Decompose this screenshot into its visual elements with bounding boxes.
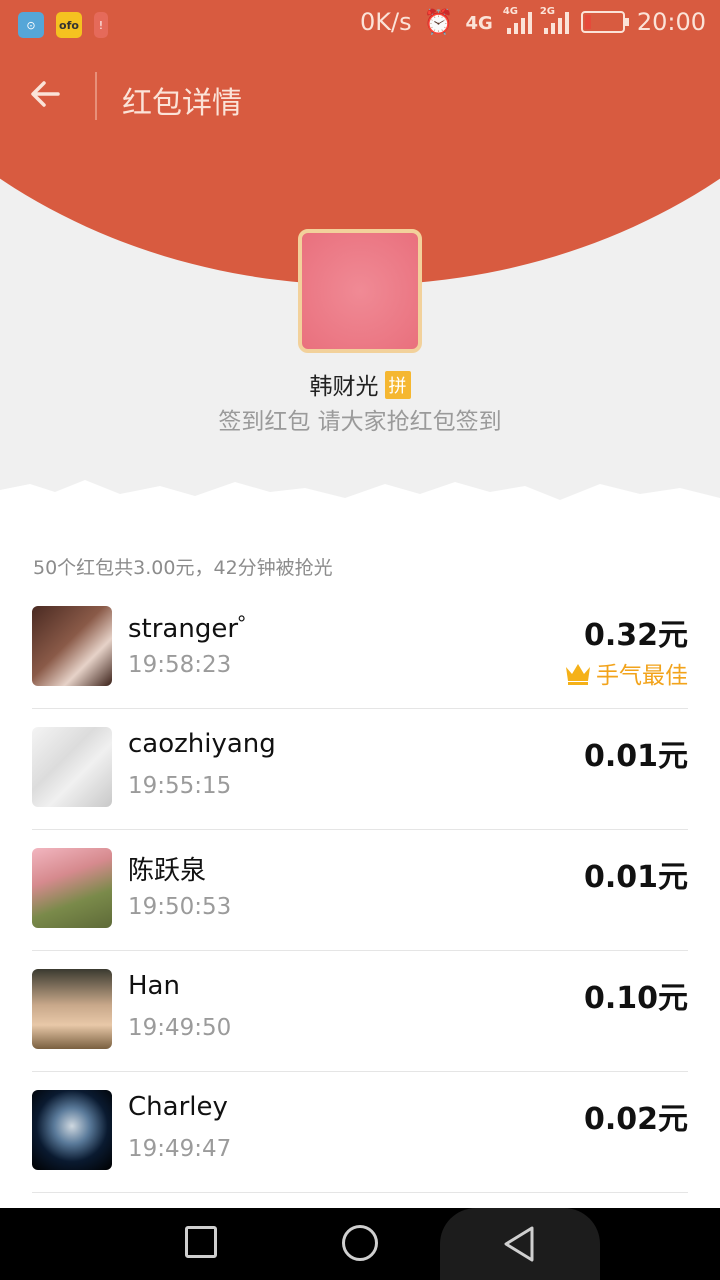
- location-app-icon: ⊙: [18, 12, 44, 38]
- net-speed: 0K/s: [360, 8, 412, 36]
- battery-saver-icon: !: [94, 12, 108, 38]
- grab-time: 19:55:15: [128, 773, 232, 799]
- best-luck-badge: 手气最佳: [564, 656, 688, 690]
- grab-time: 19:50:53: [128, 894, 232, 920]
- arrow-left-icon: [31, 81, 60, 107]
- grab-time: 19:49:47: [128, 1136, 232, 1162]
- system-nav-bar: [0, 1208, 720, 1280]
- sim1-bars-icon: 4G: [503, 6, 532, 34]
- sender-info: 韩财光拼: [0, 367, 720, 401]
- amount: 0.32元: [583, 618, 688, 653]
- clock: 20:00: [636, 8, 706, 36]
- back-button[interactable]: [28, 76, 72, 116]
- avatar[interactable]: [32, 848, 112, 928]
- crown-icon: [566, 664, 590, 685]
- grab-time: 19:58:23: [128, 652, 232, 678]
- grab-time: 19:49:50: [128, 1015, 232, 1041]
- home-button[interactable]: [342, 1225, 378, 1261]
- greeting-text: 签到红包 请大家抢红包签到: [218, 409, 502, 435]
- triangle-back-icon: [504, 1226, 534, 1262]
- list-item[interactable]: stranger゜ 19:58:23 0.32元 手气最佳: [32, 588, 688, 709]
- user-name: 陈跃泉: [128, 856, 207, 886]
- sim1-sub-label: 4G: [502, 6, 518, 17]
- grab-record-list: stranger゜ 19:58:23 0.32元 手气最佳 caozhiyang…: [32, 588, 688, 1193]
- amount: 0.10元: [583, 981, 688, 1016]
- sim1-type: 4G: [465, 13, 493, 34]
- page-title: 红包详情: [122, 86, 242, 121]
- user-name: Charley: [128, 1092, 228, 1122]
- nav-back-button[interactable]: [440, 1208, 600, 1280]
- sim2-signal-icon: 2G: [540, 6, 569, 34]
- amount: 0.01元: [583, 739, 688, 774]
- list-item[interactable]: Han 19:49:50 0.10元: [32, 951, 688, 1072]
- sender-avatar[interactable]: [298, 229, 422, 353]
- list-item[interactable]: Charley 19:49:47 0.02元: [32, 1072, 688, 1193]
- amount: 0.01元: [583, 860, 688, 895]
- sim1-signal-icon: 4G: [466, 10, 495, 34]
- amount: 0.02元: [583, 1102, 688, 1137]
- sim2-type: 2G: [539, 6, 555, 17]
- avatar[interactable]: [32, 969, 112, 1049]
- user-name: stranger゜: [128, 614, 265, 644]
- summary-text: 50个红包共3.00元，42分钟被抢光: [33, 557, 333, 579]
- torn-paper-edge: [0, 480, 720, 540]
- status-notification-icons: ⊙ ofo !: [18, 12, 108, 38]
- title-divider: [95, 72, 97, 120]
- ofo-app-icon: ofo: [56, 12, 82, 38]
- avatar[interactable]: [32, 727, 112, 807]
- avatar[interactable]: [32, 1090, 112, 1170]
- user-name: Han: [128, 971, 180, 1001]
- status-bar: ⊙ ofo ! 0K/s ⏰ 4G 4G 2G 20:00: [0, 0, 720, 50]
- best-luck-label: 手气最佳: [596, 663, 688, 689]
- status-system-icons: 0K/s ⏰ 4G 4G 2G 20:00: [360, 6, 706, 36]
- pinyin-badge: 拼: [384, 371, 411, 399]
- battery-icon: [580, 11, 629, 33]
- list-item[interactable]: caozhiyang 19:55:15 0.01元: [32, 709, 688, 830]
- avatar[interactable]: [32, 606, 112, 686]
- alarm-icon: ⏰: [423, 8, 454, 36]
- recent-apps-button[interactable]: [185, 1226, 217, 1258]
- sender-name: 韩财光: [309, 374, 379, 400]
- list-item[interactable]: 陈跃泉 19:50:53 0.01元: [32, 830, 688, 951]
- user-name: caozhiyang: [128, 729, 276, 759]
